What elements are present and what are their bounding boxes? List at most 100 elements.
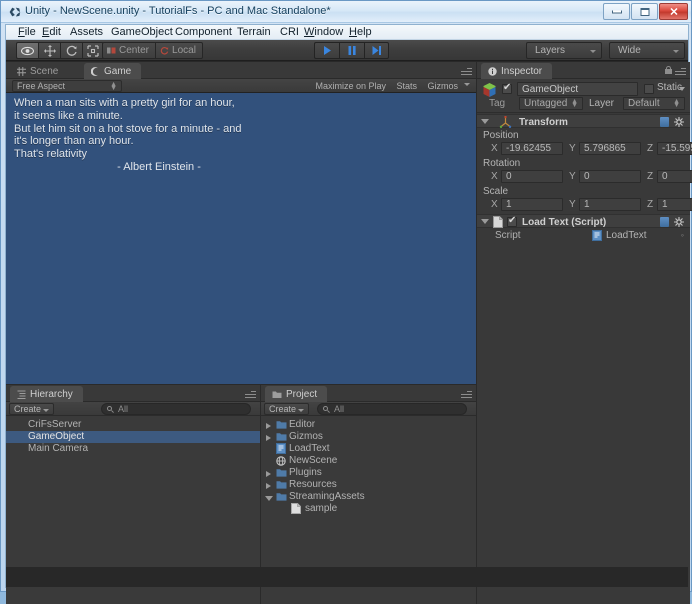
rotation-z-axis-label: Z [647, 171, 653, 182]
step-button[interactable] [364, 42, 389, 59]
info-icon [488, 67, 497, 76]
menu-file[interactable]: FFileile [16, 26, 38, 38]
project-item-label: Plugins [289, 467, 322, 478]
tab-scene[interactable]: Scene [10, 63, 68, 79]
script-help-icon[interactable] [660, 217, 669, 227]
position-x-field[interactable]: -19.62455 [501, 142, 563, 155]
script-gear-icon[interactable] [674, 217, 684, 227]
list-item[interactable]: sample [261, 503, 476, 515]
gizmos-button[interactable]: Gizmos [423, 80, 462, 92]
game-quote-author: - Albert Einstein - [14, 161, 304, 173]
pivot-mode-button[interactable]: Center [102, 42, 155, 59]
static-checkbox[interactable] [644, 84, 654, 94]
list-item[interactable]: NewScene [261, 455, 476, 467]
pause-button[interactable] [339, 42, 364, 59]
hierarchy-icon [17, 390, 26, 399]
minimize-button[interactable] [603, 3, 630, 20]
rotation-z-field[interactable]: 0 [657, 170, 692, 183]
menu-component[interactable]: Component [173, 26, 234, 38]
list-item[interactable]: Plugins [261, 467, 476, 479]
layer-value: Default [628, 98, 660, 109]
project-item-label: Resources [289, 479, 337, 490]
rotation-mode-button[interactable]: Local [155, 42, 203, 59]
list-item[interactable]: Editor [261, 419, 476, 431]
maximize-button[interactable] [631, 3, 658, 20]
tab-hierarchy-label: Hierarchy [30, 389, 73, 400]
expand-triangle-icon[interactable] [266, 471, 271, 477]
menu-cri[interactable]: CRI [278, 26, 301, 38]
transform-gear-icon[interactable] [674, 117, 684, 127]
script-enabled-checkbox[interactable] [507, 217, 517, 227]
lock-icon[interactable] [665, 66, 672, 74]
position-z-axis-label: Z [647, 143, 653, 154]
inspector-menu-icon[interactable] [675, 66, 686, 74]
list-item[interactable]: CriFsServer [6, 419, 260, 431]
stats-button[interactable]: Stats [392, 80, 421, 92]
gameobject-name-field[interactable]: GameObject [517, 82, 638, 96]
layers-dropdown[interactable]: Layers [526, 42, 602, 59]
hierarchy-create-button[interactable]: Create [9, 403, 54, 415]
game-render-canvas[interactable]: When a man sits with a pretty girl for a… [6, 93, 476, 384]
gizmos-chevron-icon[interactable] [464, 83, 470, 86]
expand-triangle-icon[interactable] [266, 435, 271, 441]
tab-inspector[interactable]: Inspector [481, 63, 552, 79]
list-item[interactable]: StreamingAssets [261, 491, 476, 503]
menu-gameobject[interactable]: GameObject [109, 26, 175, 38]
position-x-axis-label: X [491, 143, 498, 154]
aspect-ratio-dropdown[interactable]: Free Aspect ▲▼ [12, 80, 122, 92]
scale-x-field[interactable]: 1 [501, 198, 563, 211]
static-dropdown-icon[interactable] [679, 87, 685, 91]
application-window: Unity - NewScene.unity - TutorialFs - PC… [0, 0, 692, 592]
list-item[interactable]: Gizmos [261, 431, 476, 443]
hierarchy-search-input[interactable]: All [101, 403, 251, 415]
project-menu-icon[interactable] [461, 389, 472, 397]
script-object-field[interactable]: LoadText [606, 230, 647, 241]
rotate-tool-button[interactable] [60, 42, 82, 59]
scale-y-field[interactable]: 1 [579, 198, 641, 211]
transform-help-icon[interactable] [660, 117, 669, 127]
game-view-menu-icon[interactable] [461, 66, 472, 74]
script-foldout-icon[interactable] [481, 219, 489, 224]
collapse-triangle-icon[interactable] [265, 496, 273, 501]
expand-triangle-icon[interactable] [266, 423, 271, 429]
maximize-on-play-button[interactable]: Maximize on Play [311, 80, 390, 92]
rotation-x-field[interactable]: 0 [501, 170, 563, 183]
expand-triangle-icon[interactable] [266, 483, 271, 489]
list-item[interactable]: Main Camera [6, 443, 260, 455]
script-select-icon[interactable]: ◦ [681, 230, 684, 240]
transform-foldout-icon[interactable] [481, 119, 489, 124]
rotation-y-field[interactable]: 0 [579, 170, 641, 183]
menu-edit[interactable]: Edit [40, 26, 63, 38]
project-create-button[interactable]: Create [264, 403, 309, 415]
menu-window[interactable]: Window [302, 26, 345, 38]
list-item[interactable]: GameObject [6, 431, 260, 443]
tag-dropdown[interactable]: Untagged ▲▼ [519, 97, 583, 110]
list-item[interactable]: Resources [261, 479, 476, 491]
tab-game[interactable]: Game [84, 63, 141, 79]
project-search-input[interactable]: All [317, 403, 467, 415]
scale-z-field[interactable]: 1 [657, 198, 692, 211]
menu-assets[interactable]: Assets [68, 26, 105, 38]
list-item[interactable]: LoadText [261, 443, 476, 455]
chevron-down-icon [590, 50, 596, 53]
pause-icon [347, 45, 357, 56]
menu-help[interactable]: Help [347, 26, 374, 38]
tab-hierarchy[interactable]: Hierarchy [10, 386, 83, 402]
tab-project[interactable]: Project [265, 386, 327, 402]
scene-icon [276, 456, 286, 466]
move-tool-button[interactable] [38, 42, 60, 59]
play-button[interactable] [314, 42, 339, 59]
folder-icon [276, 468, 287, 478]
layout-dropdown[interactable]: Wide [609, 42, 685, 59]
layer-dropdown[interactable]: Default ▲▼ [623, 97, 685, 110]
close-button[interactable]: ✕ [659, 3, 688, 20]
hierarchy-menu-icon[interactable] [245, 389, 256, 397]
position-y-field[interactable]: 5.796865 [579, 142, 641, 155]
menu-terrain[interactable]: Terrain [235, 26, 273, 38]
tab-inspector-label: Inspector [501, 66, 542, 77]
position-z-field[interactable]: -15.59529 [657, 142, 692, 155]
gameobject-enabled-checkbox[interactable] [502, 84, 512, 94]
scale-tool-button[interactable] [82, 42, 104, 59]
hand-tool-button[interactable] [16, 42, 38, 59]
rotate-icon [66, 45, 78, 57]
